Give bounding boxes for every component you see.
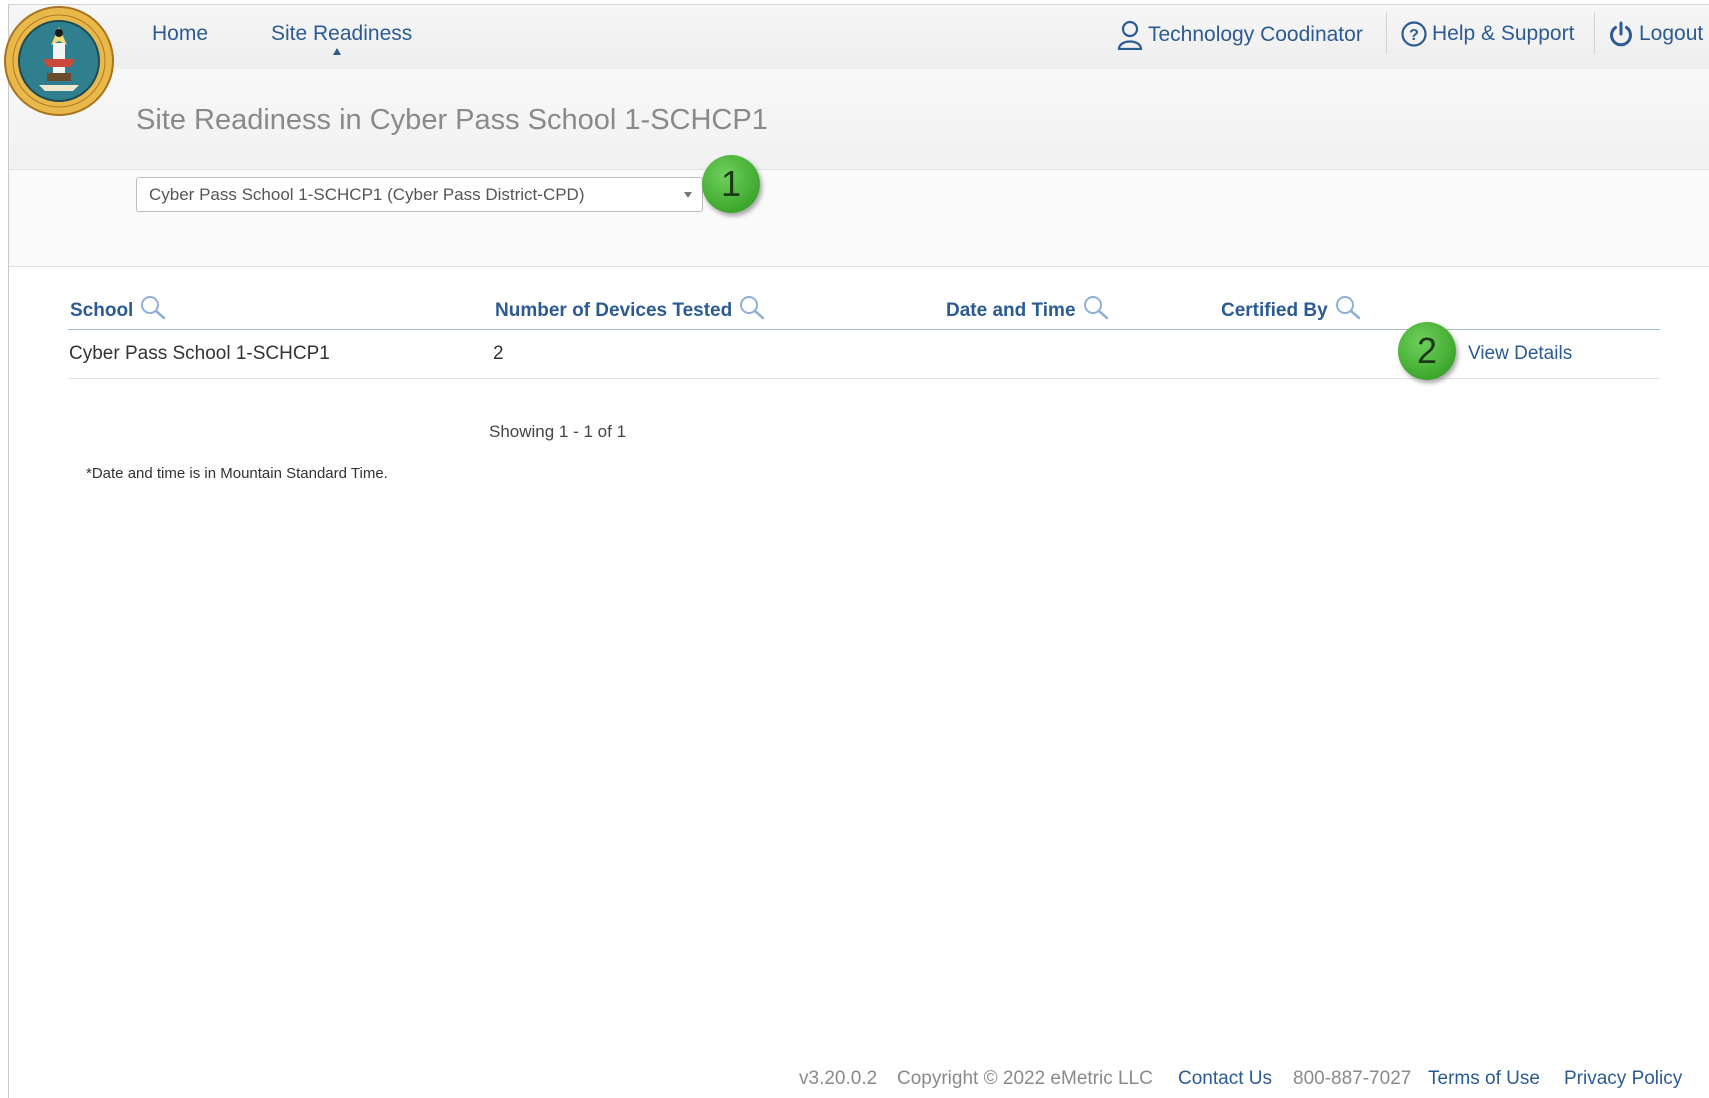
column-header-devices[interactable]: Number of Devices Tested — [495, 296, 766, 322]
pagination-summary: Showing 1 - 1 of 1 — [489, 422, 627, 441]
callout-badge-2: 2 — [1398, 322, 1456, 380]
column-header-school-label: School — [70, 300, 134, 321]
footer-version: v3.20.0.2 — [799, 1068, 878, 1089]
help-circle-icon: ? — [1401, 21, 1427, 47]
nav-site-readiness-link[interactable]: Site Readiness — [271, 22, 412, 46]
column-header-date-time[interactable]: Date and Time — [946, 296, 1110, 322]
school-select[interactable]: Cyber Pass School 1-SCHCP1 (Cyber Pass D… — [136, 177, 703, 212]
column-header-certified-by[interactable]: Certified By — [1221, 296, 1362, 322]
callout-badge-1: 1 — [702, 155, 760, 213]
divider — [1386, 12, 1387, 54]
chevron-down-icon — [684, 192, 692, 198]
footer-copyright: Copyright © 2022 eMetric LLC — [897, 1068, 1153, 1089]
help-support-link[interactable]: ? Help & Support — [1400, 20, 1574, 48]
active-nav-indicator — [333, 48, 341, 55]
footer-privacy-link[interactable]: Privacy Policy — [1564, 1068, 1682, 1090]
view-details-link[interactable]: View Details — [1468, 343, 1572, 365]
timezone-note: *Date and time is in Mountain Standard T… — [86, 465, 388, 482]
help-support-label: Help & Support — [1432, 22, 1575, 45]
app-frame — [8, 4, 1709, 1098]
bureau-of-indian-education-logo[interactable] — [3, 5, 115, 117]
footer-contact-link[interactable]: Contact Us — [1178, 1068, 1272, 1090]
user-icon — [1117, 20, 1143, 50]
column-header-date-time-label: Date and Time — [946, 300, 1076, 321]
page-title: Site Readiness in Cyber Pass School 1-SC… — [136, 104, 768, 137]
column-header-certified-by-label: Certified By — [1221, 300, 1328, 321]
power-icon — [1610, 21, 1632, 47]
search-icon[interactable] — [139, 294, 167, 320]
logout-label: Logout — [1639, 22, 1704, 45]
search-icon[interactable] — [738, 294, 766, 320]
cell-school: Cyber Pass School 1-SCHCP1 — [69, 343, 330, 364]
user-role-menu[interactable]: Technology Coodinator — [1116, 20, 1363, 50]
divider — [1594, 12, 1595, 54]
search-icon[interactable] — [1082, 294, 1110, 320]
school-select-value: Cyber Pass School 1-SCHCP1 (Cyber Pass D… — [149, 185, 585, 204]
column-header-devices-label: Number of Devices Tested — [495, 300, 733, 321]
footer-phone: 800-887-7027 — [1293, 1068, 1412, 1089]
column-header-school[interactable]: School — [70, 296, 167, 322]
svg-text:?: ? — [1409, 27, 1419, 44]
user-role-label: Technology Coodinator — [1148, 23, 1363, 46]
nav-home-link[interactable]: Home — [152, 22, 208, 46]
search-icon[interactable] — [1334, 294, 1362, 320]
footer-terms-link[interactable]: Terms of Use — [1428, 1068, 1540, 1090]
cell-devices: 2 — [493, 343, 504, 364]
logout-link[interactable]: Logout — [1607, 20, 1703, 48]
